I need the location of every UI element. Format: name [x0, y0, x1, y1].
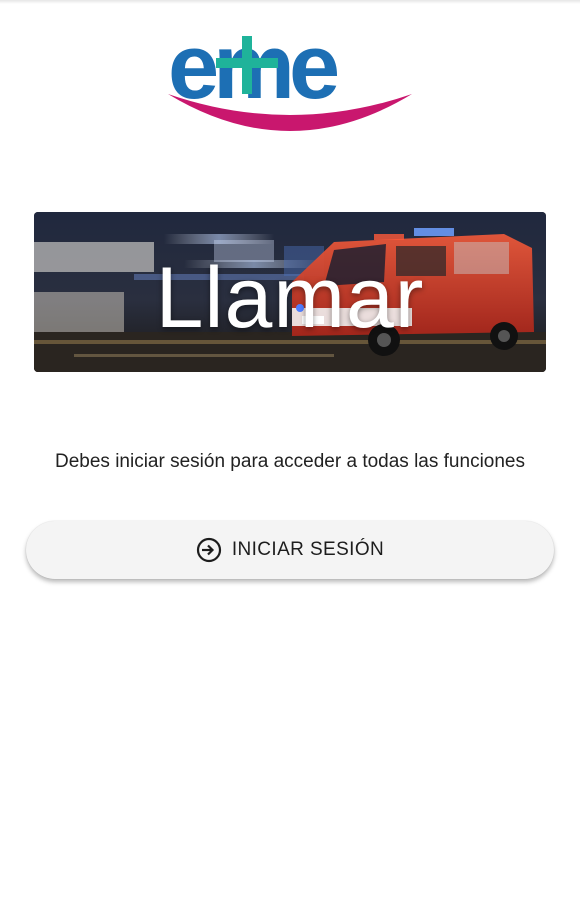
logo-cross-vertical [242, 36, 252, 94]
login-button[interactable]: INICIAR SESIÓN [26, 521, 554, 579]
eme-logo: eme [160, 16, 420, 148]
login-required-message: Debes iniciar sesión para acceder a toda… [55, 451, 525, 472]
banner-title: Llamar [155, 250, 425, 346]
login-button-label: INICIAR SESIÓN [231, 539, 385, 560]
app-screen: eme [0, 0, 580, 900]
status-bar-shadow [0, 0, 580, 4]
call-banner[interactable]: Llamar [34, 212, 546, 372]
login-icon [196, 537, 222, 563]
eme-logo-icon: eme [168, 16, 412, 131]
